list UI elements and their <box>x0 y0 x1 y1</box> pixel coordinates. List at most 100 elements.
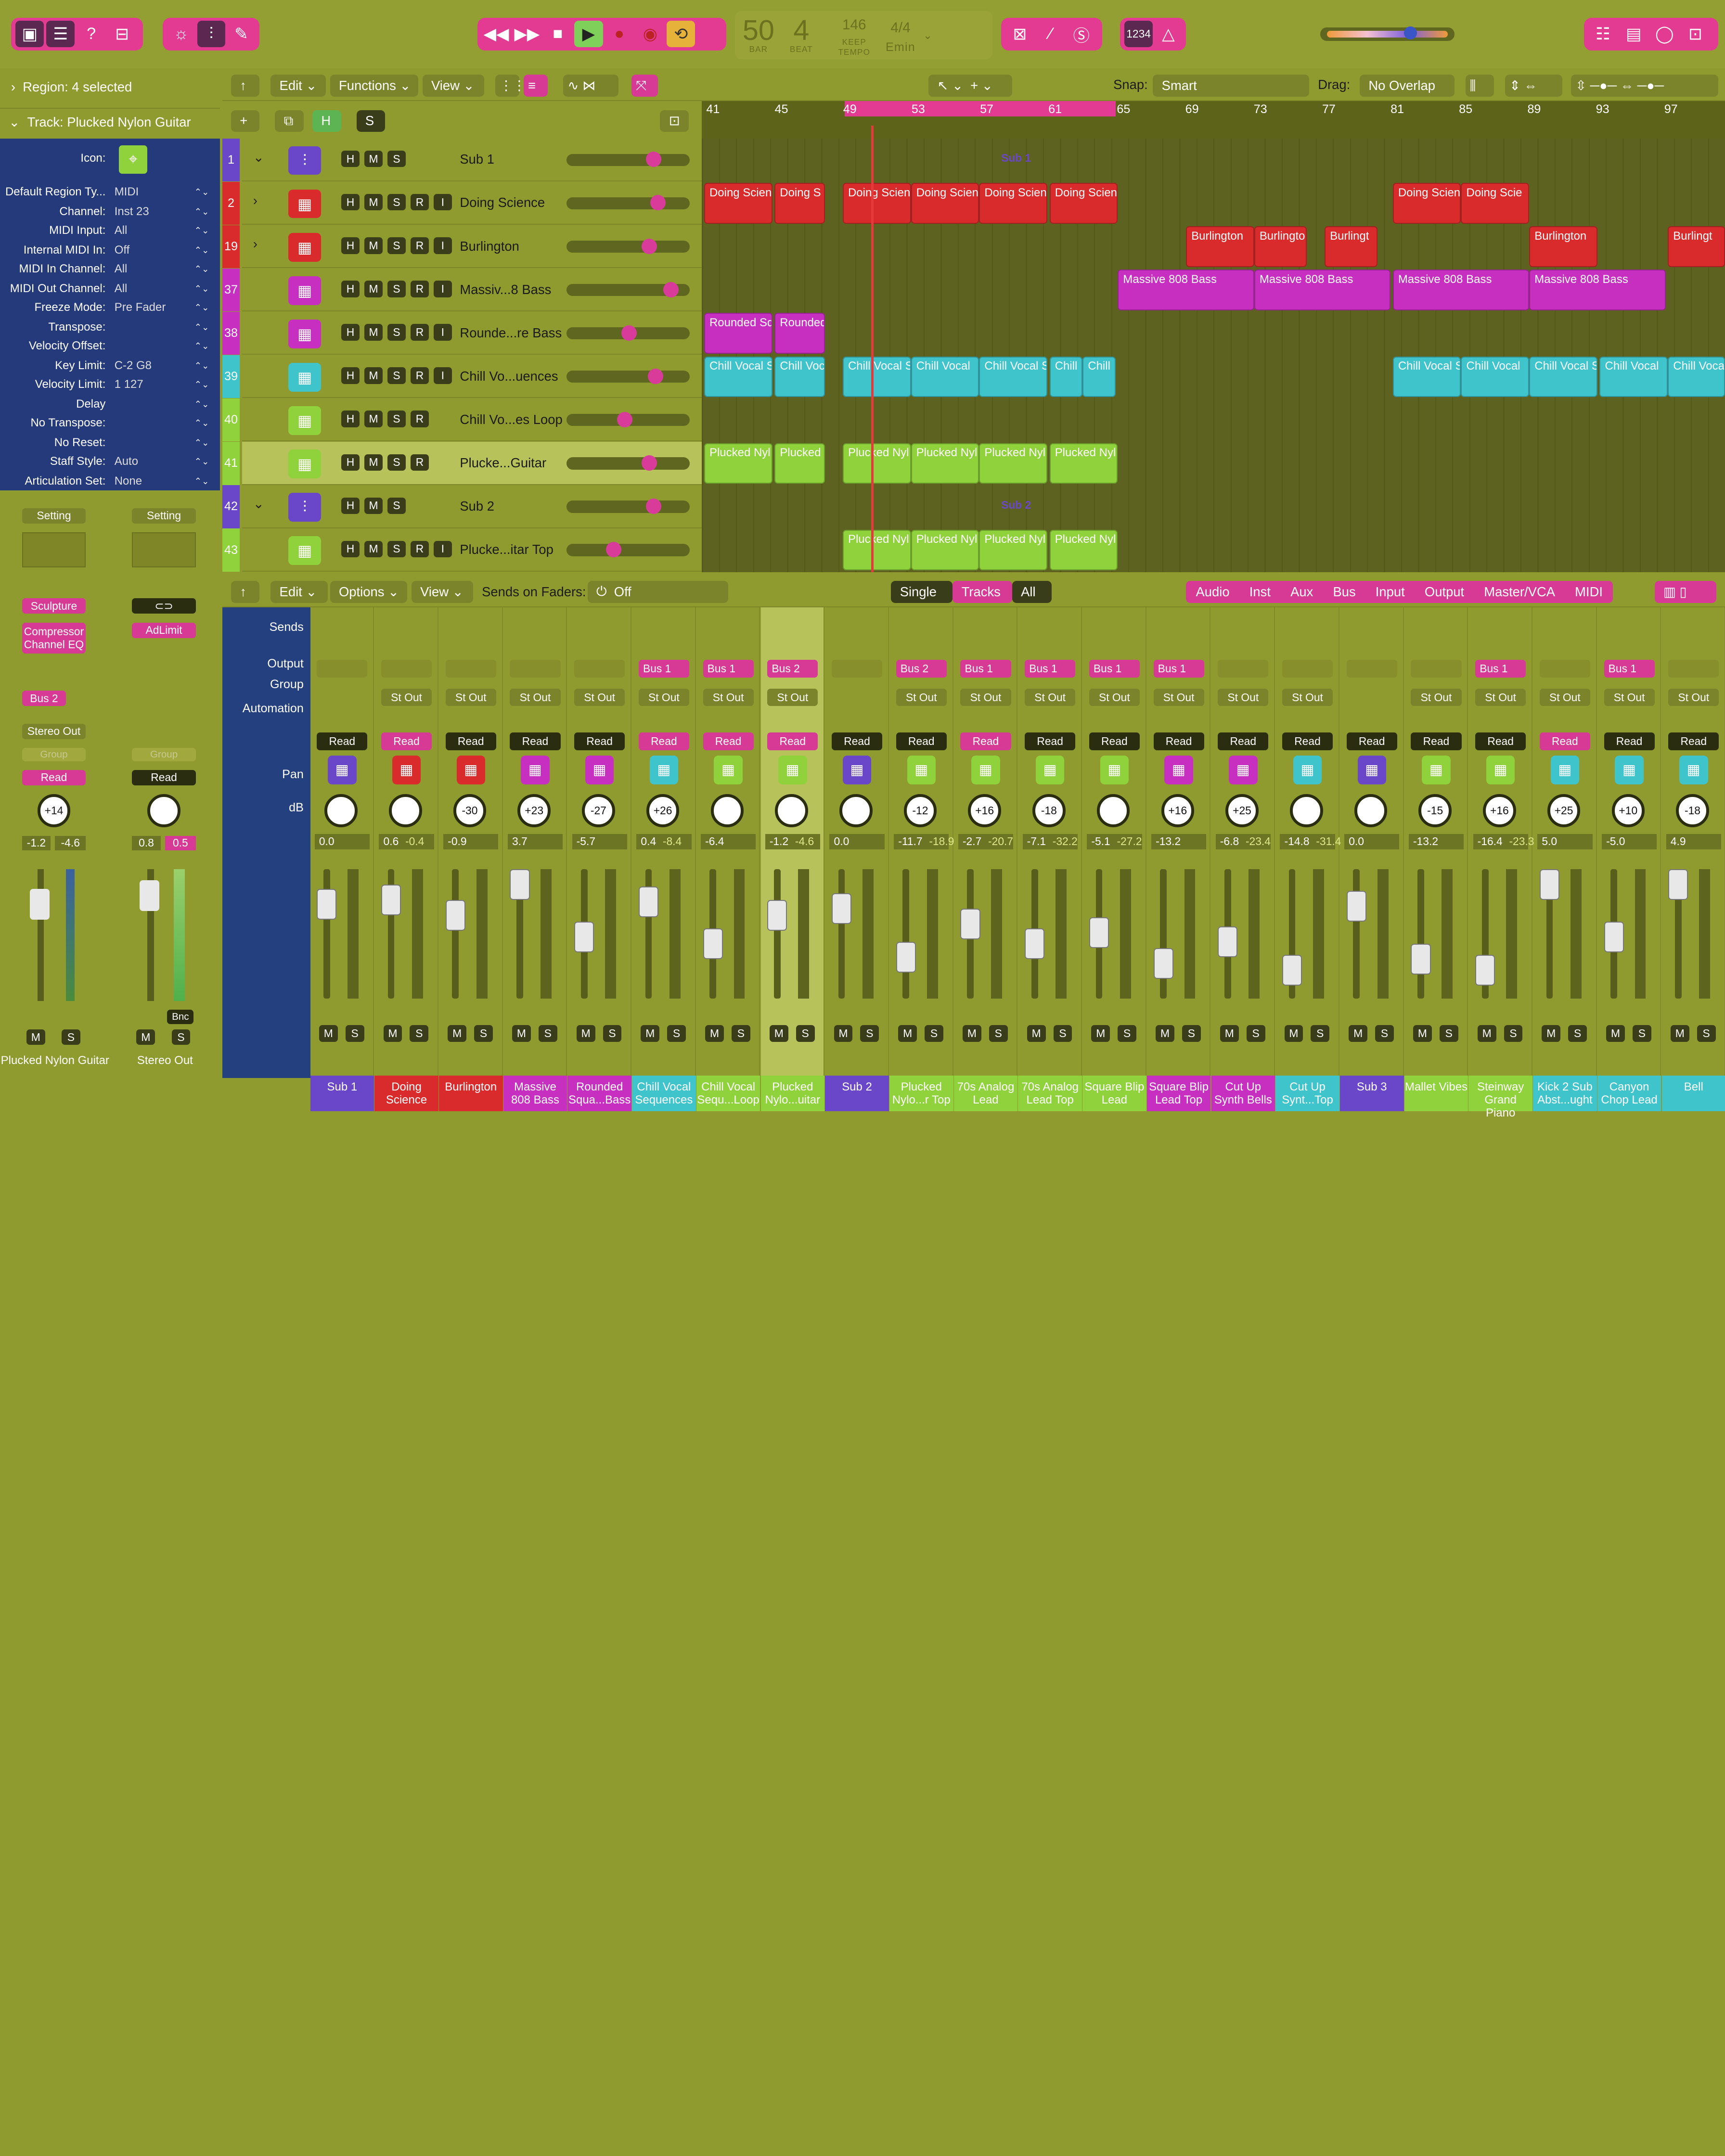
input-monitor-button[interactable]: I <box>433 324 452 341</box>
chevron-right-icon[interactable]: › <box>253 193 257 208</box>
tracks-button[interactable]: Tracks <box>953 580 1012 603</box>
waveform-zoom-icon[interactable]: ⫼ <box>1465 75 1494 97</box>
region[interactable]: Doing Scie <box>1461 183 1530 224</box>
solo-button[interactable]: S <box>1311 1025 1330 1042</box>
instrument-icon[interactable]: ▦ <box>1550 756 1580 784</box>
inspector-row[interactable]: Channel: Inst 23 ⌃⌄ <box>0 203 220 221</box>
strip1-instrument-slot[interactable]: Sculpture <box>22 598 86 614</box>
hide-button[interactable]: H <box>341 324 360 341</box>
hide-toggle[interactable]: H <box>312 110 341 132</box>
send-slot[interactable]: Bus 1 <box>960 660 1011 678</box>
mute-button[interactable]: M <box>705 1025 724 1042</box>
region[interactable]: Chill <box>1082 356 1116 398</box>
pan-knob[interactable] <box>775 794 808 827</box>
automation-mode[interactable]: Read <box>1025 732 1076 750</box>
track-volume-slider[interactable] <box>566 195 690 211</box>
solo-button[interactable]: S <box>1697 1025 1716 1042</box>
track-header[interactable]: ▦ H M S R I Massiv...8 Bass <box>242 269 702 312</box>
inspector-row[interactable]: Articulation Set: None ⌃⌄ <box>0 472 220 491</box>
region[interactable]: Plucked Nyl <box>979 443 1047 484</box>
track-header[interactable]: ▦ H M S R I Plucke...itar Top <box>242 528 702 572</box>
fader-cap[interactable] <box>1282 954 1302 986</box>
mute-button[interactable]: M <box>383 1025 402 1042</box>
chevron-down-icon[interactable]: ⌄ <box>253 150 264 165</box>
send-slot[interactable] <box>381 660 432 678</box>
track-volume-slider[interactable] <box>566 498 690 514</box>
strip1-eq-thumbnail[interactable] <box>22 532 86 568</box>
instrument-icon[interactable]: ▦ <box>288 363 322 392</box>
summing-stack-icon[interactable]: ⫶ <box>288 146 322 175</box>
fader-cap[interactable] <box>1089 917 1109 949</box>
output-slot[interactable]: St Out <box>703 688 754 706</box>
mute-button[interactable]: M <box>962 1025 981 1042</box>
output-slot[interactable]: St Out <box>1539 688 1590 706</box>
solo-button[interactable]: S <box>731 1025 750 1042</box>
mixer-view-menu[interactable]: View ⌄ <box>411 580 473 603</box>
region[interactable]: Plucked Nyl <box>1049 529 1118 571</box>
strip1-pan-knob[interactable]: +14 <box>37 794 71 827</box>
record-enable-button[interactable]: R <box>410 237 429 254</box>
output-slot[interactable]: St Out <box>1218 688 1269 706</box>
pan-knob[interactable]: +26 <box>646 794 680 827</box>
stepper-icon[interactable]: ⌃⌄ <box>194 225 209 236</box>
add-track-icon[interactable]: + <box>231 110 260 132</box>
loop-browser-icon[interactable]: ◯ <box>1650 21 1679 47</box>
automation-mode[interactable]: Read <box>510 732 561 750</box>
guitar-icon[interactable]: ⌖ <box>118 145 148 174</box>
catch-playhead-icon[interactable]: ⊡ <box>660 110 689 132</box>
strip2-fx-1[interactable]: AdLimit <box>132 622 196 638</box>
ruler[interactable]: 41 45 49 53 57 61 65 69 73 77 81 85 89 93 97 <box>702 101 1725 139</box>
send-slot[interactable]: Bus 1 <box>1153 660 1204 678</box>
output-slot[interactable]: St Out <box>1475 688 1526 706</box>
track-volume-slider[interactable] <box>566 152 690 167</box>
send-slot[interactable]: Bus 1 <box>638 660 689 678</box>
send-slot[interactable] <box>1282 660 1333 678</box>
automation-mode[interactable]: Read <box>445 732 496 750</box>
duplicate-track-icon[interactable]: ⧉ <box>275 110 304 132</box>
mixer-options-menu[interactable]: Options ⌄ <box>330 580 407 603</box>
inspector-row[interactable]: No Reset: ⌃⌄ <box>0 434 220 452</box>
mute-button[interactable]: M <box>364 497 383 514</box>
fader-cap[interactable] <box>896 941 916 973</box>
record-enable-button[interactable]: R <box>410 367 429 384</box>
track-volume-slider[interactable] <box>566 325 690 341</box>
stepper-icon[interactable]: ⌃⌄ <box>194 341 209 351</box>
browsers-icon[interactable]: ⊡ <box>1681 21 1710 47</box>
instrument-icon[interactable]: ▦ <box>1229 756 1258 784</box>
instrument-icon[interactable]: ▦ <box>1164 756 1193 784</box>
region[interactable]: Chill <box>1049 356 1083 398</box>
pan-knob[interactable]: -18 <box>1676 794 1709 827</box>
input-monitor-button[interactable]: I <box>433 367 452 384</box>
solo-button[interactable]: S <box>1375 1025 1394 1042</box>
instrument-icon[interactable]: ▦ <box>288 536 322 565</box>
record-enable-button[interactable]: R <box>410 540 429 557</box>
instrument-icon[interactable]: ▦ <box>1100 756 1129 784</box>
stop-icon[interactable]: ■ <box>543 21 572 47</box>
inspector-row[interactable]: Internal MIDI In: Off ⌃⌄ <box>0 241 220 260</box>
mute-button[interactable]: M <box>1220 1025 1239 1042</box>
hide-button[interactable]: H <box>341 454 360 471</box>
mute-button[interactable]: M <box>364 194 383 211</box>
mute-button[interactable]: M <box>448 1025 467 1042</box>
stepper-icon[interactable]: ⌃⌄ <box>194 206 209 217</box>
mute-button[interactable]: M <box>641 1025 660 1042</box>
mute-button[interactable]: M <box>512 1025 531 1042</box>
filter-button[interactable]: Audio <box>1186 581 1239 603</box>
automation-mode[interactable]: Read <box>1218 732 1269 750</box>
output-slot[interactable]: St Out <box>1153 688 1204 706</box>
instrument-icon[interactable]: ▦ <box>288 320 322 348</box>
instrument-icon[interactable]: ▦ <box>907 756 936 784</box>
smart-controls-icon[interactable]: ☼ <box>167 21 195 47</box>
send-slot[interactable]: Bus 2 <box>767 660 818 678</box>
stepper-icon[interactable]: ⌃⌄ <box>194 187 209 197</box>
automation-mode[interactable]: Read <box>1153 732 1204 750</box>
strip1-fader-cap[interactable] <box>29 888 50 920</box>
pan-knob[interactable] <box>388 794 422 827</box>
volume-knob[interactable] <box>617 411 633 427</box>
catch-icon[interactable]: ⤧ <box>631 75 658 97</box>
fader-cap[interactable] <box>445 899 465 931</box>
mute-button[interactable]: M <box>364 540 383 557</box>
pan-knob[interactable] <box>1289 794 1323 827</box>
track-header[interactable]: ▦ H M S R Chill Vo...es Loop <box>242 398 702 442</box>
master-volume-knob[interactable] <box>1403 26 1417 40</box>
